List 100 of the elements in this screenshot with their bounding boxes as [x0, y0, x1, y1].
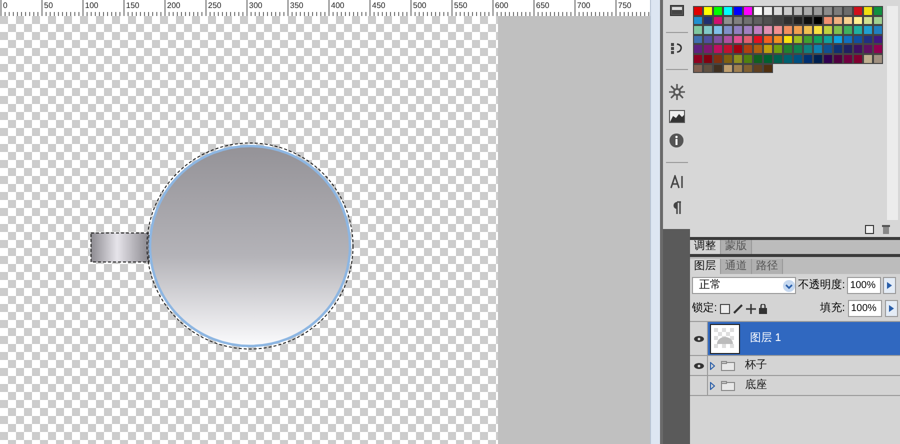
scrollbar[interactable]	[650, 0, 660, 444]
fill-field[interactable]: 100%	[848, 300, 882, 317]
color-swatch[interactable]	[763, 64, 773, 74]
color-swatch[interactable]	[723, 6, 733, 16]
color-swatch[interactable]	[763, 34, 773, 44]
color-swatch[interactable]	[703, 54, 713, 64]
color-swatch[interactable]	[763, 25, 773, 35]
layer-row[interactable]: 图层 1	[708, 322, 900, 355]
color-swatch[interactable]	[763, 16, 773, 26]
color-swatch[interactable]	[783, 6, 793, 16]
color-swatch[interactable]	[793, 6, 803, 16]
color-swatch[interactable]	[823, 16, 833, 26]
color-swatch[interactable]	[733, 54, 743, 64]
color-swatch[interactable]	[803, 6, 813, 16]
color-swatch[interactable]	[773, 16, 783, 26]
color-swatch[interactable]	[753, 44, 763, 54]
color-swatch[interactable]	[863, 34, 873, 44]
color-swatch[interactable]	[793, 16, 803, 26]
color-swatch[interactable]	[853, 16, 863, 26]
lock-icon[interactable]	[759, 304, 768, 314]
panel-tab[interactable]: 通道	[721, 259, 752, 274]
color-swatch[interactable]	[833, 16, 843, 26]
color-swatch[interactable]	[713, 44, 723, 54]
expand-arrow-icon[interactable]	[710, 362, 715, 370]
color-swatch[interactable]	[723, 34, 733, 44]
color-swatch[interactable]	[733, 64, 743, 74]
color-swatch[interactable]	[833, 44, 843, 54]
color-swatch[interactable]	[783, 25, 793, 35]
color-swatch[interactable]	[733, 25, 743, 35]
color-swatch[interactable]	[813, 34, 823, 44]
color-swatch[interactable]	[833, 34, 843, 44]
gear-icon[interactable]	[668, 84, 684, 100]
history-icon[interactable]	[670, 41, 684, 55]
color-swatch[interactable]	[753, 16, 763, 26]
color-swatch[interactable]	[773, 6, 783, 16]
trash-icon[interactable]	[882, 225, 890, 234]
color-swatch[interactable]	[813, 44, 823, 54]
color-swatch[interactable]	[853, 44, 863, 54]
color-swatch[interactable]	[833, 25, 843, 35]
color-swatch[interactable]	[813, 25, 823, 35]
color-swatch[interactable]	[783, 44, 793, 54]
color-swatch[interactable]	[723, 64, 733, 74]
color-swatch[interactable]	[863, 25, 873, 35]
panel-tab[interactable]: 图层	[690, 259, 721, 274]
color-swatch[interactable]	[863, 54, 873, 64]
color-swatch[interactable]	[773, 34, 783, 44]
eye-icon[interactable]	[694, 362, 704, 368]
color-swatch[interactable]	[783, 16, 793, 26]
color-swatch[interactable]	[703, 6, 713, 16]
color-swatch[interactable]	[763, 44, 773, 54]
color-swatch[interactable]	[713, 16, 723, 26]
color-swatch[interactable]	[693, 25, 703, 35]
color-swatch[interactable]	[793, 44, 803, 54]
color-swatch[interactable]	[843, 34, 853, 44]
color-swatch[interactable]	[743, 54, 753, 64]
color-swatch[interactable]	[803, 54, 813, 64]
color-swatch[interactable]	[753, 64, 763, 74]
color-swatch[interactable]	[753, 34, 763, 44]
color-swatch[interactable]	[823, 6, 833, 16]
color-swatch[interactable]	[843, 16, 853, 26]
color-swatch[interactable]	[853, 54, 863, 64]
info-icon[interactable]	[669, 133, 684, 148]
color-swatch[interactable]	[843, 6, 853, 16]
color-swatch[interactable]	[713, 64, 723, 74]
color-swatch[interactable]	[833, 6, 843, 16]
color-swatch[interactable]	[733, 16, 743, 26]
panel-tab[interactable]: 路径	[752, 259, 783, 274]
color-swatch[interactable]	[763, 6, 773, 16]
fill-slider-button[interactable]	[885, 300, 898, 317]
color-swatch[interactable]	[863, 6, 873, 16]
color-swatch[interactable]	[713, 34, 723, 44]
blend-mode-dropdown[interactable]: 正常	[692, 277, 796, 294]
color-swatch[interactable]	[813, 16, 823, 26]
color-swatch[interactable]	[763, 54, 773, 64]
color-swatch[interactable]	[843, 44, 853, 54]
character-icon[interactable]	[670, 175, 684, 189]
color-swatch[interactable]	[853, 25, 863, 35]
color-swatch[interactable]	[743, 16, 753, 26]
color-swatch[interactable]	[693, 44, 703, 54]
color-swatch[interactable]	[783, 54, 793, 64]
color-swatch[interactable]	[773, 25, 783, 35]
color-swatch[interactable]	[733, 44, 743, 54]
color-swatch[interactable]	[723, 54, 733, 64]
color-swatch[interactable]	[753, 6, 763, 16]
color-swatch[interactable]	[833, 54, 843, 64]
color-swatch[interactable]	[743, 34, 753, 44]
color-swatch[interactable]	[873, 6, 883, 16]
color-swatch[interactable]	[713, 25, 723, 35]
color-swatch[interactable]	[803, 34, 813, 44]
swatches-icon[interactable]	[670, 4, 684, 16]
color-swatch[interactable]	[863, 16, 873, 26]
color-swatch[interactable]	[863, 44, 873, 54]
color-swatch[interactable]	[733, 6, 743, 16]
color-swatch[interactable]	[693, 6, 703, 16]
opacity-slider-button[interactable]	[883, 277, 896, 294]
color-swatch[interactable]	[873, 44, 883, 54]
color-swatch[interactable]	[703, 34, 713, 44]
color-swatch[interactable]	[823, 25, 833, 35]
color-swatch[interactable]	[773, 44, 783, 54]
new-swatch-icon[interactable]	[865, 225, 874, 234]
